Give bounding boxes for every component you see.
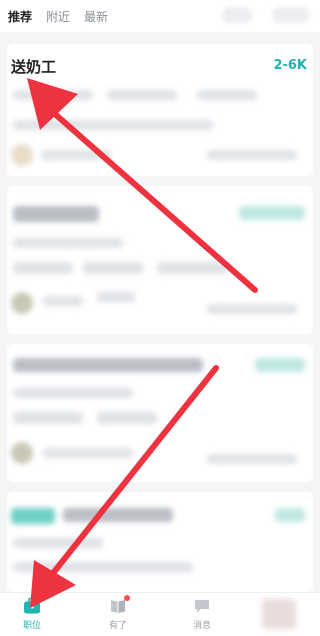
nav-item-messages[interactable]: 消息	[182, 597, 222, 635]
tab-latest[interactable]: 最新	[84, 8, 108, 25]
blurred-title	[63, 508, 173, 522]
blurred-text	[13, 538, 103, 548]
blurred-filter-button[interactable]	[222, 7, 252, 23]
nav-label-youle: 有了	[108, 621, 127, 631]
job-salary: 2-6K	[273, 58, 307, 73]
blurred-text	[13, 562, 193, 572]
blurred-text	[197, 90, 257, 100]
job-card[interactable]	[7, 344, 313, 482]
nav-item-youle[interactable]: 有了	[98, 595, 138, 635]
bottom-nav: 职位 有了 消息	[0, 592, 320, 636]
notification-dot	[124, 595, 130, 601]
nav-label-messages: 消息	[192, 621, 211, 631]
chat-icon	[193, 597, 211, 615]
blurred-tag	[13, 262, 73, 274]
blurred-tag	[13, 412, 83, 424]
blurred-title	[13, 358, 203, 372]
top-tab-bar: 推荐 附近 最新	[0, 0, 320, 32]
blurred-text	[13, 120, 213, 130]
blurred-avatar	[11, 144, 33, 166]
blurred-text	[43, 448, 133, 458]
nav-label-jobs: 职位	[22, 621, 41, 631]
blurred-text	[13, 90, 93, 100]
blurred-text	[207, 150, 297, 160]
blurred-text	[207, 304, 297, 314]
blurred-avatar	[11, 442, 33, 464]
tab-recommend[interactable]: 推荐	[8, 8, 32, 25]
blurred-text	[41, 150, 111, 160]
blurred-filter-button[interactable]	[272, 7, 310, 23]
job-card[interactable]: 送奶工 2-6K	[7, 44, 313, 176]
book-icon	[109, 595, 130, 615]
blurred-tag	[11, 508, 55, 524]
blurred-text	[43, 296, 83, 306]
blurred-nav-item	[262, 599, 296, 629]
blurred-tag	[83, 262, 143, 274]
blurred-salary	[239, 206, 305, 220]
blurred-text	[13, 388, 133, 398]
job-card[interactable]	[7, 492, 313, 592]
nav-item-jobs[interactable]: 职位	[12, 597, 52, 635]
blurred-tag	[97, 412, 157, 424]
tab-nearby[interactable]: 附近	[46, 8, 70, 25]
blurred-text	[97, 292, 135, 302]
blurred-text	[207, 454, 297, 464]
blurred-title	[13, 206, 99, 222]
briefcase-icon	[23, 597, 41, 615]
blurred-tag	[157, 262, 227, 274]
job-title: 送奶工	[11, 58, 57, 76]
job-card[interactable]	[7, 186, 313, 334]
blurred-avatar	[11, 292, 33, 314]
blurred-salary	[275, 508, 305, 522]
blurred-text	[107, 90, 177, 100]
blurred-salary	[255, 358, 305, 372]
blurred-text	[13, 238, 123, 248]
